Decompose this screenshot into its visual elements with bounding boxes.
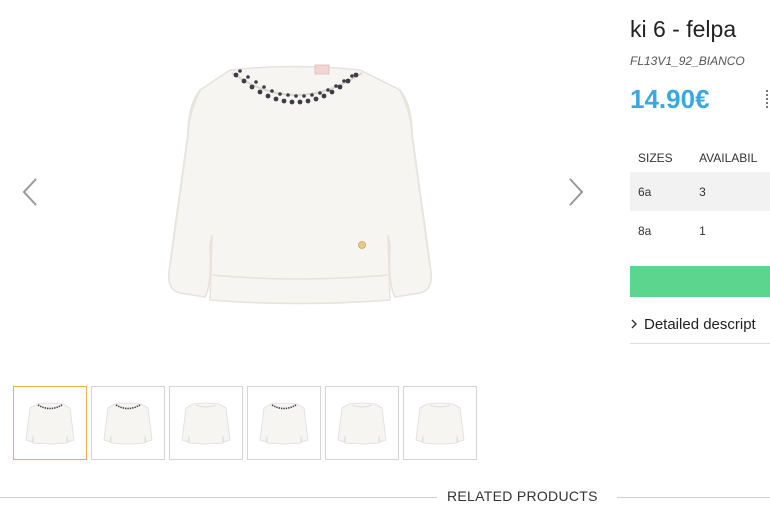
detailed-description-toggle[interactable]: Detailed descript xyxy=(630,316,770,344)
thumbnail-6[interactable] xyxy=(403,386,477,460)
table-row[interactable]: 6a 3 xyxy=(630,172,770,211)
thumbnail-2[interactable] xyxy=(91,386,165,460)
chevron-left-icon[interactable] xyxy=(20,175,40,209)
availability-cell: 3 xyxy=(695,172,770,211)
chevron-right-icon[interactable] xyxy=(566,175,586,209)
table-row[interactable]: 8a 1 xyxy=(630,211,770,250)
thumbnail-3[interactable] xyxy=(169,386,243,460)
product-info-panel: ki 6 - felpa FL13V1_92_BIANCO 14.90€ SIZ… xyxy=(630,0,770,370)
detailed-description-label: Detailed descript xyxy=(644,316,756,333)
column-header-sizes: SIZES xyxy=(638,151,673,165)
product-price: 14.90€ xyxy=(630,84,710,114)
divider-line xyxy=(617,497,770,498)
column-header-availability: AVAILABIL xyxy=(699,151,758,165)
thumbnail-1[interactable] xyxy=(13,386,87,460)
size-cell: 6a xyxy=(630,172,696,211)
product-main-image xyxy=(150,45,440,315)
thumbnail-5[interactable] xyxy=(325,386,399,460)
product-title: ki 6 - felpa xyxy=(630,16,737,42)
price-divider xyxy=(766,90,768,108)
availability-cell: 1 xyxy=(699,223,706,238)
product-sku: FL13V1_92_BIANCO xyxy=(630,54,745,68)
divider-line xyxy=(0,497,437,498)
size-cell: 8a xyxy=(638,223,652,238)
thumbnail-4[interactable] xyxy=(247,386,321,460)
availability-table: SIZES AVAILABIL 6a 3 8a 1 xyxy=(630,144,770,250)
related-products-divider: RELATED PRODUCTS xyxy=(0,486,770,508)
add-to-cart-button[interactable] xyxy=(630,266,770,297)
chevron-right-icon xyxy=(630,316,640,332)
table-header-row: SIZES AVAILABIL xyxy=(630,144,770,172)
related-products-heading: RELATED PRODUCTS xyxy=(447,488,598,504)
product-gallery xyxy=(0,0,600,370)
